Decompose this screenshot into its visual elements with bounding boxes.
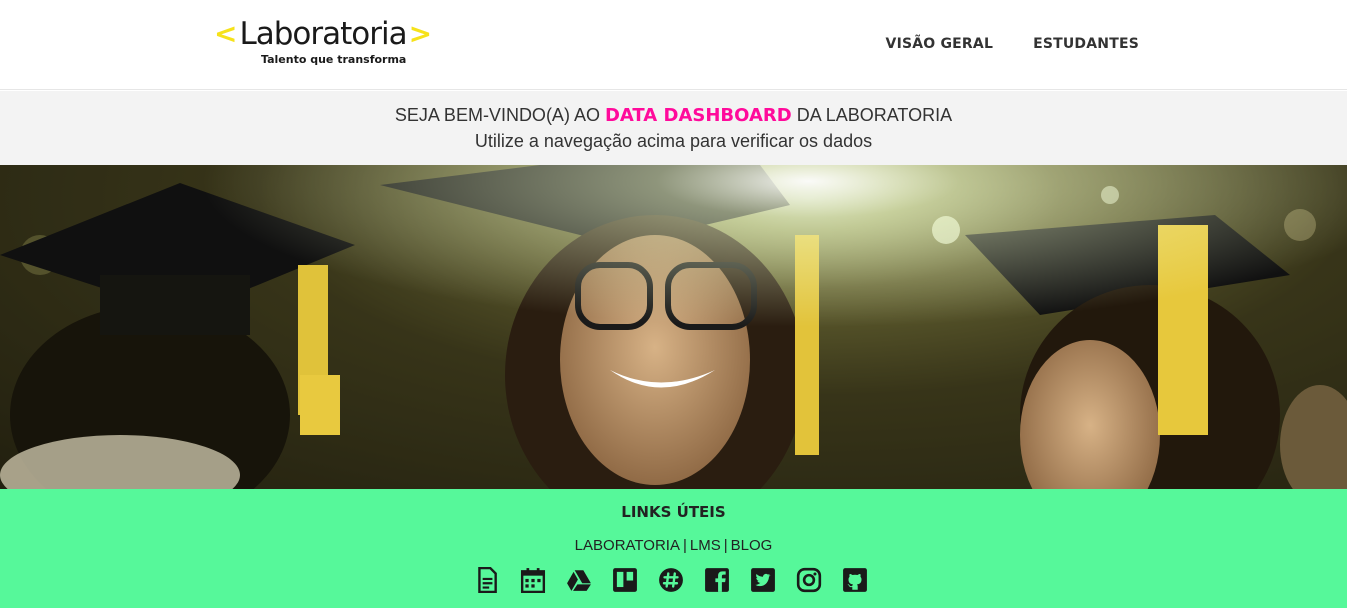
nav-item-estudantes[interactable]: ESTUDANTES — [1033, 36, 1139, 52]
social-icons — [473, 566, 869, 594]
twitter-icon[interactable] — [749, 566, 777, 594]
welcome-subtitle: Utilize a navegação acima para verificar… — [474, 131, 873, 151]
footer-link-laboratoria[interactable]: LABORATORIA — [575, 537, 680, 554]
welcome-prefix: SEJA BEM-VINDO(A) AO — [394, 105, 605, 125]
google-drive-icon[interactable] — [565, 566, 593, 594]
logo-name: Laboratoria — [239, 16, 407, 52]
main-nav: VISÃO GERAL ESTUDANTES — [886, 36, 1139, 52]
github-icon[interactable] — [841, 566, 869, 594]
calendar-icon[interactable] — [519, 566, 547, 594]
welcome-highlight: DATA DASHBOARD — [604, 105, 792, 126]
trello-icon[interactable] — [611, 566, 639, 594]
footer-title: LINKS ÚTEIS — [621, 503, 726, 521]
logo-tagline: Talento que transforma — [261, 53, 407, 66]
footer-link-blog[interactable]: BLOG — [731, 537, 773, 554]
document-icon[interactable] — [473, 566, 501, 594]
hero-illustration — [0, 165, 1347, 489]
footer-links: LABORATORIA | LMS | BLOG — [0, 537, 1347, 554]
laboratoria-logo[interactable]: < Laboratoria > Talento que transforma — [214, 14, 438, 74]
logo-wordmark: < Laboratoria > — [214, 14, 432, 54]
instagram-icon[interactable] — [795, 566, 823, 594]
footer-link-lms[interactable]: LMS — [690, 537, 721, 554]
link-separator: | — [682, 537, 687, 554]
link-separator: | — [723, 537, 728, 554]
site-footer: LINKS ÚTEIS LABORATORIA | LMS | BLOG — [0, 489, 1347, 608]
welcome-suffix: DA LABORATORIA — [791, 105, 953, 125]
logo-bracket-left: < — [214, 17, 238, 50]
welcome-banner: SEJA BEM-VINDO(A) AO DATA DASHBOARD DA L… — [0, 91, 1347, 165]
welcome-heading: SEJA BEM-VINDO(A) AO DATA DASHBOARD DA L… — [0, 105, 1347, 126]
site-header: < Laboratoria > Talento que transforma V… — [0, 0, 1347, 90]
facebook-icon[interactable] — [703, 566, 731, 594]
logo-bracket-right: > — [408, 17, 433, 50]
nav-item-visao-geral[interactable]: VISÃO GERAL — [886, 36, 994, 52]
slack-icon[interactable] — [657, 566, 685, 594]
hero-graduation-image — [0, 165, 1347, 489]
